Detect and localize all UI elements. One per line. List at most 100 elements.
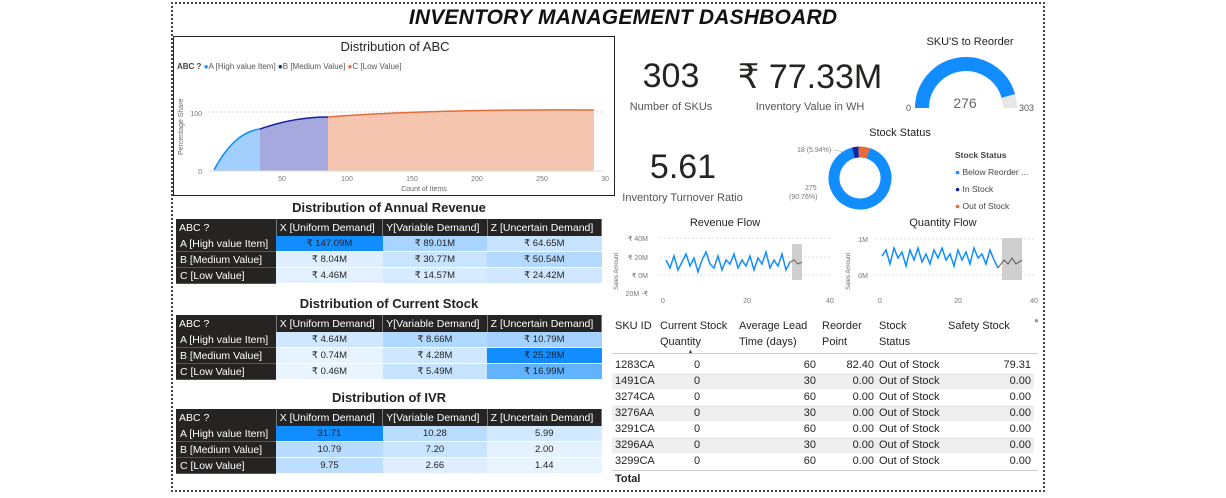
reorder-gauge[interactable]: 276 0 303 xyxy=(900,50,1040,118)
quantity-xtick-20: 20 xyxy=(954,298,962,305)
legend-label-below: Below Reorder ... xyxy=(962,167,1029,177)
matrix-cell: ₹ 4.46M xyxy=(276,267,383,284)
cell-current-stock: 0 xyxy=(694,455,701,467)
matrix-cell: 31.71 xyxy=(276,426,383,442)
matrix-cell: ₹ 89.01M xyxy=(382,236,488,252)
abc-chart-svg: Percentage Share 100 0 50 100 150 200 25… xyxy=(178,98,609,193)
matrix-col-abc[interactable]: ABC ? xyxy=(176,409,277,426)
gauge-min: 0 xyxy=(906,103,911,113)
matrix-row[interactable]: B [Medium Value] ₹ 8.04M ₹ 30.77M ₹ 50.54M xyxy=(176,251,602,268)
cell-stock-status: Out of Stock xyxy=(879,391,940,403)
quantity-flow-title: Quantity Flow xyxy=(909,217,977,229)
abc-xtick-200: 200 xyxy=(471,176,483,183)
cell-sku-id: 3296AA xyxy=(615,439,655,451)
cell-reorder-point: 0.00 xyxy=(852,423,874,435)
cell-lead-time: 30 xyxy=(803,407,816,419)
legend-dot-out: ● xyxy=(955,201,961,211)
sku-count-value: 303 xyxy=(642,57,700,95)
stock-legend-item-in[interactable]: ● In Stock xyxy=(955,181,1028,198)
table-row[interactable]: 1491CA 0 30 0.00 Out of Stock 0.00 xyxy=(612,373,1034,389)
matrix-col-abc[interactable]: ABC ? xyxy=(176,315,277,332)
col-header-sku-id[interactable]: SKU ID xyxy=(615,318,652,334)
matrix-cell: ₹ 0.74M xyxy=(276,347,383,364)
row-header-b: B [Medium Value] xyxy=(176,251,277,268)
row-header-a: A [High value Item] xyxy=(176,426,277,442)
table-row[interactable]: 3276AA 0 30 0.00 Out of Stock 0.00 xyxy=(612,405,1034,421)
cell-reorder-point: 0.00 xyxy=(852,455,874,467)
quantity-flow-chart[interactable]: Sales Amount 1M 0M 0 20 40 xyxy=(842,230,1040,308)
header-divider xyxy=(612,353,1038,354)
quantity-series-line xyxy=(881,245,999,269)
revenue-flow-title: Revenue Flow xyxy=(689,217,761,229)
matrix-cell: ₹ 147.09M xyxy=(276,236,383,252)
col-header-lead-time-line1: Average Lead xyxy=(739,320,808,332)
cell-current-stock: 0 xyxy=(694,359,701,371)
col-header-reorder-point[interactable]: Reorder Point xyxy=(822,318,862,350)
donut-label-below-2: (90.76%) xyxy=(789,194,817,201)
cell-sku-id: 3291CA xyxy=(615,423,655,435)
matrix-row[interactable]: B [Medium Value] 10.79 7.20 2.00 xyxy=(176,441,602,458)
matrix-row[interactable]: C [Low Value] 9.75 2.66 1.44 xyxy=(176,457,602,474)
col-header-safety-stock[interactable]: Safety Stock xyxy=(948,318,1010,334)
cell-safety-stock: 0.00 xyxy=(1009,455,1031,467)
table-row[interactable]: 1283CA 0 60 82.40 Out of Stock 79.31 xyxy=(612,357,1034,373)
col-header-reorder-point-line1: Reorder xyxy=(822,320,862,332)
col-header-current-stock[interactable]: Current Stock Quantity xyxy=(660,318,727,350)
stock-status-donut[interactable]: 18 (5.94%) 275 (90.76%) xyxy=(775,140,935,215)
abc-chart-card[interactable]: Distribution of ABC ABC ? ●A [High value… xyxy=(173,36,615,196)
matrix-col-z[interactable]: Z [Uncertain Demand] xyxy=(487,409,603,426)
matrix-col-abc[interactable]: ABC ? xyxy=(176,219,277,236)
cell-lead-time: 30 xyxy=(803,439,816,451)
matrix-row[interactable]: C [Low Value] ₹ 0.46M ₹ 5.49M ₹ 16.99M xyxy=(176,363,602,380)
stock-matrix-title: Distribution of Current Stock xyxy=(299,296,479,311)
matrix-col-x[interactable]: X [Uniform Demand] xyxy=(276,219,384,236)
row-header-b: B [Medium Value] xyxy=(176,347,277,364)
matrix-col-y[interactable]: Y[Variable Demand] xyxy=(382,409,488,426)
stock-legend-item-out[interactable]: ● Out of Stock xyxy=(955,198,1028,215)
quantity-forecast-band xyxy=(1002,238,1022,280)
revenue-matrix-title: Distribution of Annual Revenue xyxy=(292,200,486,215)
matrix-row[interactable]: B [Medium Value] ₹ 0.74M ₹ 4.28M ₹ 25.28M xyxy=(176,347,602,364)
matrix-col-z[interactable]: Z [Uncertain Demand] xyxy=(487,219,603,236)
table-row[interactable]: 3299CA 0 60 0.00 Out of Stock 0.00 xyxy=(612,453,1034,469)
revenue-ytick-neg20: 20M -₹ xyxy=(626,290,649,298)
ivr-matrix: ABC ? X [Uniform Demand] Y[Variable Dema… xyxy=(176,409,603,474)
col-header-current-stock-line2: Quantity xyxy=(660,336,701,348)
row-header-c: C [Low Value] xyxy=(176,363,277,380)
matrix-cell: ₹ 4.64M xyxy=(276,332,383,348)
cell-sku-id: 3299CA xyxy=(615,455,655,467)
matrix-row[interactable]: A [High value Item] ₹ 4.64M ₹ 8.66M ₹ 10.79… xyxy=(176,332,602,348)
cell-lead-time: 60 xyxy=(803,391,816,403)
table-total-label: Total xyxy=(615,473,641,485)
quantity-ytick-0m: 0M xyxy=(858,273,868,280)
matrix-cell: 1.44 xyxy=(487,457,602,474)
cell-safety-stock: 0.00 xyxy=(1009,439,1031,451)
col-header-safety-stock-label: Safety Stock xyxy=(948,320,1010,332)
matrix-col-y[interactable]: Y[Variable Demand] xyxy=(382,315,488,332)
matrix-col-x[interactable]: X [Uniform Demand] xyxy=(276,315,384,332)
matrix-col-z[interactable]: Z [Uncertain Demand] xyxy=(487,315,603,332)
matrix-cell: 10.28 xyxy=(382,426,488,442)
matrix-row[interactable]: A [High value Item] ₹ 147.09M ₹ 89.01M ₹ 64… xyxy=(176,236,602,252)
matrix-row[interactable]: C [Low Value] ₹ 4.46M ₹ 14.57M ₹ 24.42M xyxy=(176,267,602,284)
matrix-cell: ₹ 0.46M xyxy=(276,363,383,380)
cell-lead-time: 30 xyxy=(803,375,816,387)
cell-stock-status: Out of Stock xyxy=(879,375,940,387)
col-header-stock-status[interactable]: Stock Status xyxy=(879,318,910,350)
matrix-cell: 5.99 xyxy=(487,426,602,442)
table-row[interactable]: 3296AA 0 30 0.00 Out of Stock 0.00 xyxy=(612,437,1034,453)
inventory-value: ₹ 77.33M xyxy=(737,58,883,96)
col-header-lead-time[interactable]: Average Lead Time (days) xyxy=(739,318,807,350)
revenue-flow-chart[interactable]: Sales Amount ₹ 40M ₹ 20M ₹ 0M 20M -₹ 0 2… xyxy=(608,230,836,308)
cell-reorder-point: 0.00 xyxy=(852,391,874,403)
matrix-row[interactable]: A [High value Item] 31.71 10.28 5.99 xyxy=(176,426,602,442)
cell-safety-stock: 0.00 xyxy=(1009,391,1031,403)
revenue-ylabel: Sales Amount xyxy=(614,253,620,290)
matrix-col-x[interactable]: X [Uniform Demand] xyxy=(276,409,384,426)
matrix-col-y[interactable]: Y[Variable Demand] xyxy=(382,219,488,236)
legend-dot-below: ● xyxy=(955,167,961,177)
scroll-indicator-icon[interactable]: ● xyxy=(1034,316,1039,325)
table-row[interactable]: 3291CA 0 60 0.00 Out of Stock 0.00 xyxy=(612,421,1034,437)
table-row[interactable]: 3274CA 0 60 0.00 Out of Stock 0.00 xyxy=(612,389,1034,405)
stock-legend-item-below[interactable]: ● Below Reorder ... xyxy=(955,164,1028,181)
